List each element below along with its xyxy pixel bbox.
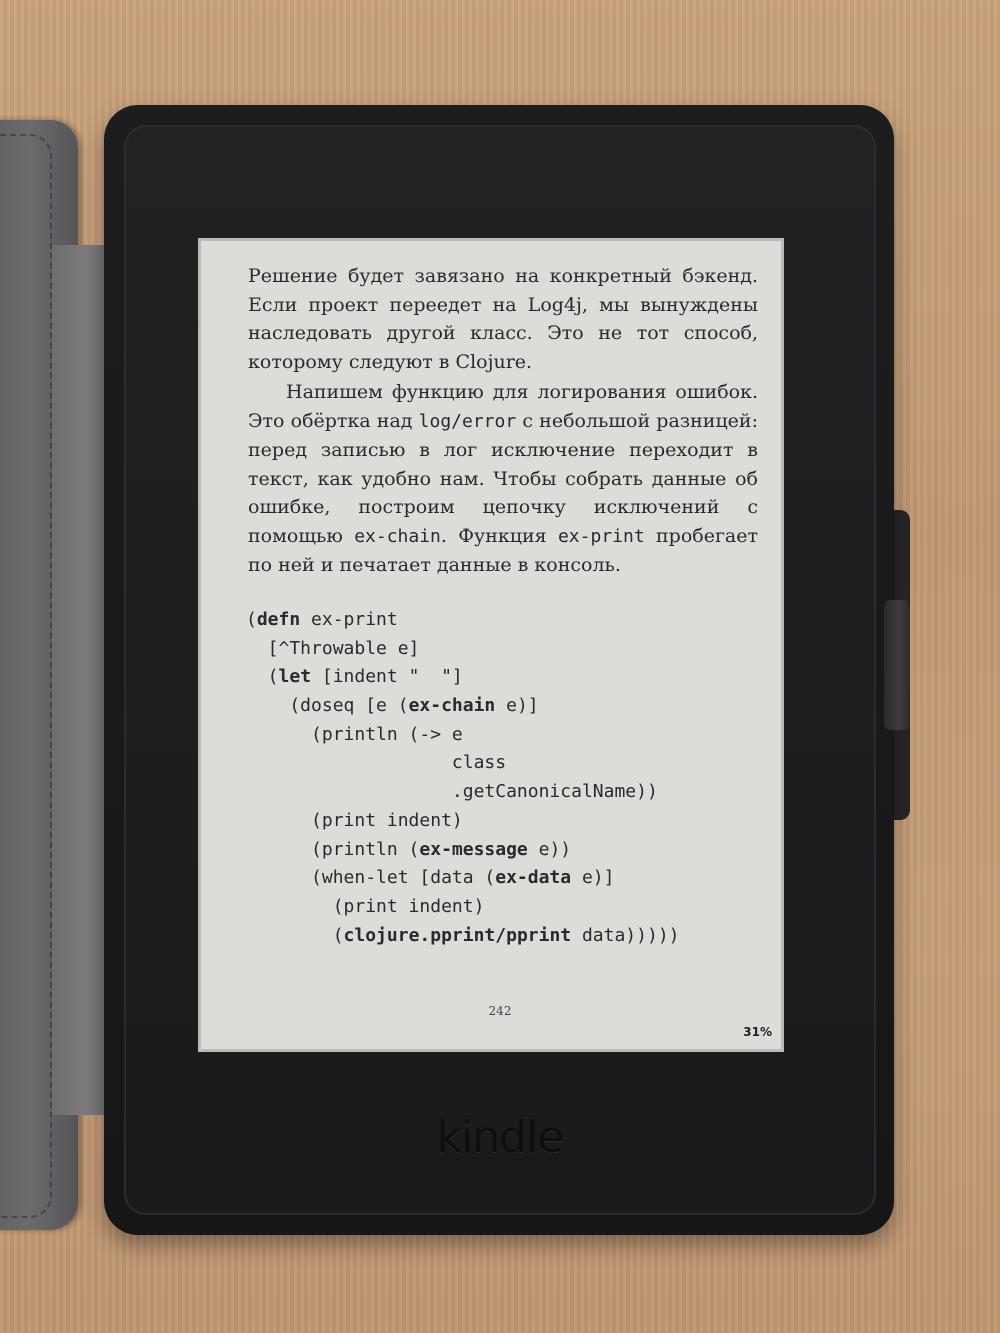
paragraph-2: Напишем функцию для логирования ошибок. … xyxy=(248,378,758,580)
code-text: (when-let [data ( xyxy=(246,867,496,889)
code-text: ( xyxy=(246,609,257,630)
code-text: (print indent) xyxy=(246,895,485,917)
code-text: ( xyxy=(246,924,344,946)
code-keyword: ex-message xyxy=(419,838,528,860)
code-line: (clojure.pprint/pprint data))))) xyxy=(246,922,766,951)
code-text: (print indent) xyxy=(246,809,463,831)
code-text: e)) xyxy=(527,838,572,860)
code-text: .getCanonicalName)) xyxy=(246,781,658,803)
code-keyword: let xyxy=(278,666,312,688)
code-line: [^Throwable e] xyxy=(246,635,766,664)
code-text: (println (-> e xyxy=(246,723,463,745)
code-keyword: defn xyxy=(256,609,301,630)
inline-code-log-error: log/error xyxy=(418,410,517,432)
inline-code-ex-print: ex-print xyxy=(557,525,645,547)
code-text: [indent " "] xyxy=(311,666,463,688)
paragraph-1: Решение будет завязано на конкретный бэк… xyxy=(248,265,758,373)
paragraph-2-part-3: . Функция xyxy=(440,524,558,547)
code-line: (print indent) xyxy=(246,893,766,922)
code-text: [^Throwable e] xyxy=(246,637,420,659)
code-text: (println ( xyxy=(246,838,420,860)
reading-progress: 31% xyxy=(743,1025,772,1039)
code-text: class xyxy=(246,752,507,774)
code-text: (doseq [e ( xyxy=(246,695,409,717)
book-page-text: Решение будет завязано на конкретный бэк… xyxy=(248,262,758,580)
code-line: (print indent) xyxy=(246,807,766,836)
code-text: ( xyxy=(246,666,279,688)
inline-code-ex-chain: ex-chain xyxy=(354,525,441,547)
kindle-logo: kindle xyxy=(436,1112,565,1163)
code-keyword: clojure.pprint/pprint xyxy=(343,924,572,946)
code-line: (println (-> e xyxy=(246,721,766,750)
code-listing: (defn ex-print [^Throwable e] (let [inde… xyxy=(246,606,766,950)
code-line: (when-let [data (ex-data e)] xyxy=(246,864,766,893)
code-text: data))))) xyxy=(571,924,680,946)
code-keyword: ex-data xyxy=(495,867,572,889)
case-stitching xyxy=(0,134,52,1218)
page-number: 242 xyxy=(488,1004,512,1018)
code-line: (let [indent " "] xyxy=(246,663,766,692)
code-line: (println (ex-message e)) xyxy=(246,836,766,865)
code-text: e)] xyxy=(571,867,615,889)
code-text: ex-print xyxy=(300,609,398,630)
code-line: (defn ex-print xyxy=(246,606,766,635)
code-line: class xyxy=(246,749,766,778)
code-line: (doseq [e (ex-chain e)] xyxy=(246,692,766,721)
code-keyword: ex-chain xyxy=(408,695,496,717)
power-button[interactable] xyxy=(884,600,910,730)
code-text: e)] xyxy=(495,695,539,717)
code-line: .getCanonicalName)) xyxy=(246,778,766,807)
